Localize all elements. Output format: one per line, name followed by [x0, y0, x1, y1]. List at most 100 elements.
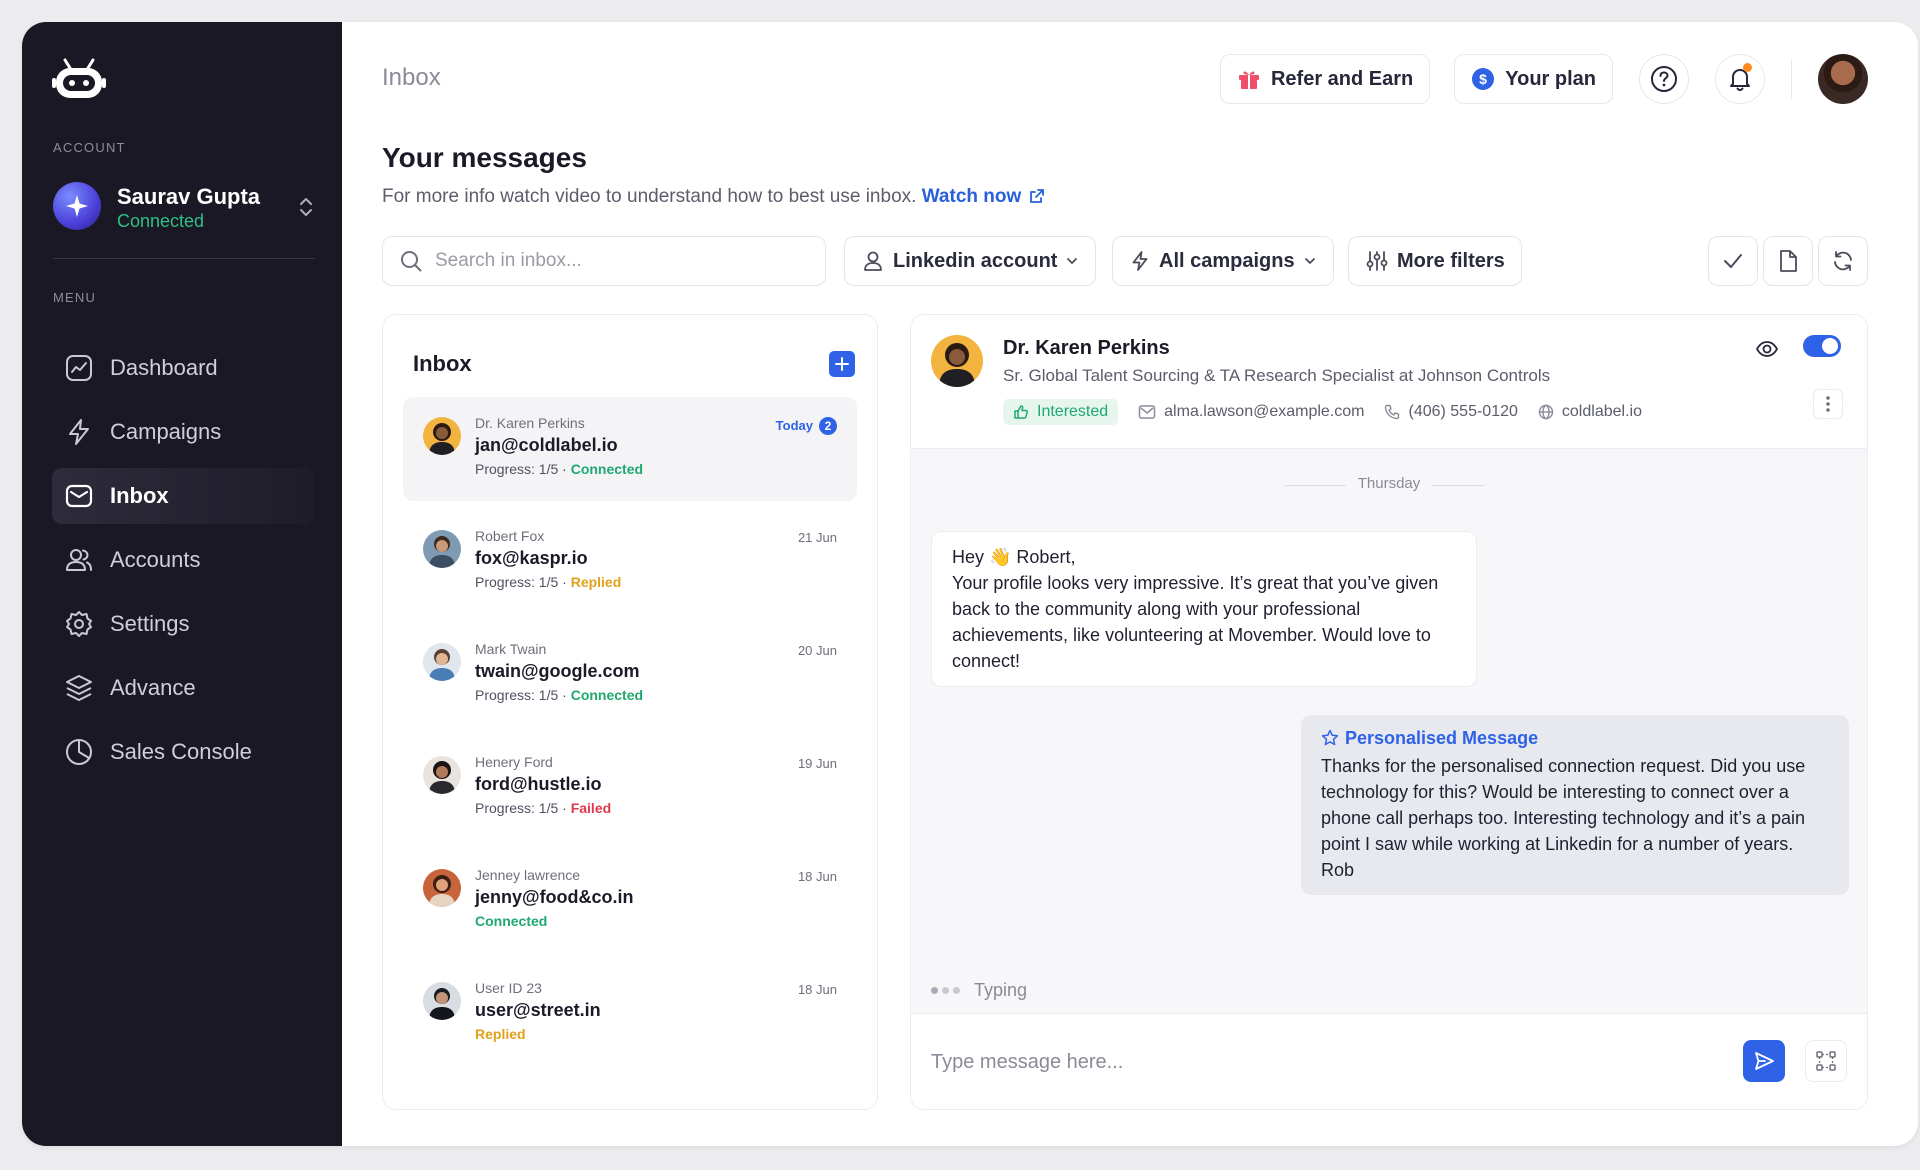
sparkle-icon [66, 195, 88, 217]
linkedin-account-dropdown[interactable]: Linkedin account [844, 236, 1097, 286]
user-avatar[interactable] [1818, 54, 1868, 104]
chevron-down-icon [1067, 258, 1078, 264]
sidebar-item-sales-console[interactable]: Sales Console [52, 724, 314, 780]
thread-contact-name: Robert Fox [475, 528, 545, 544]
thread-status: Failed [570, 800, 612, 816]
sidebar-item-label: Settings [110, 611, 190, 636]
person-avatar-icon [423, 756, 461, 794]
search-box[interactable] [382, 236, 826, 286]
interested-tag[interactable]: Interested [1003, 399, 1119, 425]
thread-item[interactable]: Jenney lawrence jenny@food&co.in Connect… [403, 849, 857, 953]
thread-email: fox@kaspr.io [475, 548, 588, 568]
notifications-button[interactable] [1715, 54, 1765, 104]
thread-item[interactable]: User ID 23 user@street.in Replied 18 Jun [403, 962, 857, 1066]
dashboard-icon [66, 355, 92, 381]
all-campaigns-dropdown[interactable]: All campaigns [1112, 236, 1334, 286]
your-plan-button[interactable]: $ Your plan [1454, 54, 1613, 104]
chevron-down-icon [1304, 258, 1315, 264]
export-button[interactable] [1763, 236, 1813, 286]
watch-now-link[interactable]: Watch now [922, 186, 1045, 207]
person-avatar-icon [931, 335, 983, 387]
new-message-button[interactable] [829, 351, 855, 377]
thread-status: Connected [570, 687, 644, 703]
sidebar-item-label: Advance [110, 675, 196, 700]
external-link-icon [1029, 189, 1044, 203]
thread-email: jenny@food&co.in [475, 887, 634, 907]
thread-date-label: Today [775, 418, 813, 433]
templates-button[interactable] [1805, 1040, 1847, 1082]
account-section-label: ACCOUNT [53, 140, 126, 155]
page-subtitle: For more info watch video to understand … [382, 186, 1045, 208]
thread-email: jan@coldlabel.io [475, 435, 618, 455]
thread-meta: Progress: 1/5 · Connected [475, 461, 643, 477]
thread-meta: Connected [475, 913, 547, 929]
thumbs-up-icon [1014, 405, 1029, 419]
sidebar-divider [53, 258, 315, 259]
conversation-panel: Dr. Karen Perkins Sr. Global Talent Sour… [910, 314, 1868, 1110]
page-title: Your messages [382, 142, 587, 173]
thread-list: Dr. Karen Perkins jan@coldlabel.io Progr… [403, 397, 857, 1075]
eye-icon[interactable] [1755, 337, 1779, 361]
main-content: Inbox Refer and Earn $ Your plan Your me… [342, 22, 1918, 1146]
menu-section-label: MENU [53, 290, 97, 305]
sidebar-item-inbox[interactable]: Inbox [52, 468, 314, 524]
thread-status: Connected [570, 461, 644, 477]
sidebar-item-label: Campaigns [110, 419, 222, 444]
thread-item[interactable]: Henery Ford ford@hustle.io Progress: 1/5… [403, 736, 857, 840]
your-plan-label: Your plan [1505, 67, 1596, 90]
search-input[interactable] [435, 250, 795, 272]
contact-phone[interactable]: (406) 555-0120 [1384, 403, 1518, 421]
sidebar-item-settings[interactable]: Settings [52, 596, 314, 652]
interested-label: Interested [1037, 403, 1109, 420]
contact-email[interactable]: alma.lawson@example.com [1138, 403, 1364, 421]
thread-email: ford@hustle.io [475, 774, 602, 794]
contact-avatar[interactable] [931, 335, 983, 387]
help-button[interactable] [1639, 54, 1689, 104]
refer-and-earn-button[interactable]: Refer and Earn [1219, 54, 1431, 104]
typing-label: Typing [974, 980, 1028, 1000]
page-subtitle-text: For more info watch video to understand … [382, 186, 917, 207]
thread-item[interactable]: Robert Fox fox@kaspr.io Progress: 1/5 · … [403, 510, 857, 614]
phone-icon [1385, 404, 1400, 420]
thread-contact-name: Mark Twain [475, 641, 547, 657]
contact-website[interactable]: coldlabel.io [1538, 403, 1642, 421]
message-composer [911, 1013, 1867, 1109]
account-switcher[interactable]: Saurav Gupta Connected [53, 178, 315, 238]
sidebar-item-campaigns[interactable]: Campaigns [52, 404, 314, 460]
day-separator: Thursday [911, 475, 1867, 492]
lightning-icon [69, 419, 89, 445]
refresh-icon [1834, 251, 1852, 271]
sidebar-item-accounts[interactable]: Accounts [52, 532, 314, 588]
contact-details: Interested alma.lawson@example.com (406)… [1003, 399, 1642, 425]
check-icon [1724, 254, 1742, 268]
refresh-button[interactable] [1818, 236, 1868, 286]
more-options-button[interactable] [1813, 389, 1843, 419]
conversation-toggle[interactable] [1803, 335, 1841, 357]
thread-meta: Replied [475, 1026, 526, 1042]
contact-avatar [423, 417, 461, 455]
plus-icon [835, 357, 849, 371]
filter-bar: Linkedin account All campaigns [382, 236, 1868, 286]
topbar-divider [1791, 59, 1792, 99]
thread-item[interactable]: Mark Twain twain@google.com Progress: 1/… [403, 623, 857, 727]
send-icon [1755, 1052, 1774, 1070]
more-filters-button[interactable]: More filters [1348, 236, 1522, 286]
app-logo[interactable] [52, 58, 106, 100]
sidebar-item-advance[interactable]: Advance [52, 660, 314, 716]
person-avatar-icon [423, 869, 461, 907]
thread-date: Today 2 [776, 417, 837, 435]
day-separator-label: Thursday [1345, 475, 1433, 492]
breadcrumb: Inbox [382, 64, 441, 91]
pie-chart-icon [66, 739, 92, 765]
message-input[interactable] [931, 1042, 1711, 1082]
svg-text:$: $ [1479, 71, 1487, 87]
sidebar-item-dashboard[interactable]: Dashboard [52, 340, 314, 396]
conversation-header: Dr. Karen Perkins Sr. Global Talent Sour… [911, 315, 1867, 449]
app-window: ACCOUNT Saurav Gupta Connected MENU Dash… [22, 22, 1918, 1146]
thread-item[interactable]: Dr. Karen Perkins jan@coldlabel.io Progr… [403, 397, 857, 501]
mark-read-button[interactable] [1708, 236, 1758, 286]
contact-avatar [423, 530, 461, 568]
send-button[interactable] [1743, 1040, 1785, 1082]
more-filters-label: More filters [1397, 249, 1505, 272]
person-avatar-icon [423, 982, 461, 1020]
